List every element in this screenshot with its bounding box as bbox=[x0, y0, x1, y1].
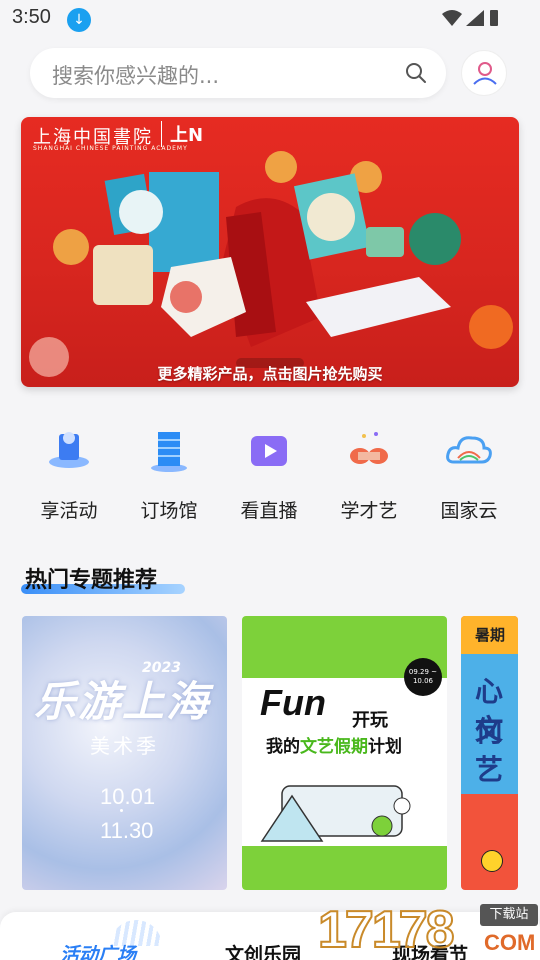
battery-icon bbox=[490, 10, 498, 26]
user-icon bbox=[473, 62, 497, 85]
tab-cultural-park[interactable]: 文创乐园 bbox=[225, 940, 301, 960]
status-icons bbox=[442, 10, 498, 26]
card-date-badge: 09.29 ~ 10.06 bbox=[404, 658, 442, 696]
category-label: 看直播 bbox=[240, 500, 298, 522]
category-live[interactable]: 看直播 bbox=[219, 418, 319, 528]
card-yellow-dot bbox=[481, 850, 503, 872]
card-plan-text: 我的文艺假期计划 bbox=[266, 737, 402, 757]
category-venue[interactable]: 订场馆 bbox=[119, 418, 219, 528]
search-icon[interactable] bbox=[404, 61, 428, 85]
card-tag: 暑期 bbox=[475, 626, 506, 644]
category-label: 订场馆 bbox=[140, 500, 198, 522]
signal-icon bbox=[466, 10, 484, 26]
user-avatar-button[interactable] bbox=[461, 50, 507, 96]
card-year: 2023 bbox=[142, 660, 181, 676]
status-time: 3:50 bbox=[12, 6, 51, 28]
wifi-icon bbox=[442, 10, 462, 26]
cloud-icon bbox=[446, 436, 492, 464]
card-subtitle: 美术季 bbox=[90, 734, 159, 758]
card-date-start: 10.01 bbox=[100, 784, 156, 809]
card-title: 乐游上海 bbox=[34, 677, 211, 726]
card-line2: 文艺 bbox=[475, 713, 504, 786]
category-label: 享活动 bbox=[40, 500, 98, 522]
card-title-en: Fun bbox=[260, 682, 326, 723]
section-header: 热门专题推荐 bbox=[21, 562, 185, 594]
topic-card-summer[interactable]: 暑期 心何 文艺 bbox=[461, 616, 518, 890]
banner-products-illustration bbox=[29, 151, 513, 377]
event-icon bbox=[49, 432, 89, 468]
card-date-end: 11.30 bbox=[100, 818, 154, 843]
topic-card-fun-holiday[interactable]: 09.29 ~ 10.06 Fun 开玩 我的文艺假期计划 bbox=[242, 616, 447, 890]
category-talent[interactable]: 学才艺 bbox=[319, 418, 419, 528]
search-input[interactable]: 搜索你感兴趣的... bbox=[52, 60, 219, 90]
search-bar[interactable]: 搜索你感兴趣的... bbox=[30, 48, 446, 98]
watermark-tag: 下载站 bbox=[480, 904, 538, 926]
category-label: 国家云 bbox=[440, 500, 498, 522]
topic-card-art-season[interactable]: 乐游上海 2023 美术季 10.01 11.30 bbox=[22, 616, 227, 890]
watermark-logo: 17178 下载站 COM bbox=[317, 900, 540, 960]
category-label: 学才艺 bbox=[340, 500, 398, 522]
card-title-cn: 开玩 bbox=[352, 710, 388, 731]
category-cloud[interactable]: 国家云 bbox=[419, 418, 519, 528]
promo-banner[interactable]: 上海中国書院 SHANGHAI CHINESE PAINTING ACADEMY… bbox=[21, 117, 519, 387]
banner-cta: 更多精彩产品，点击图片抢先购买 bbox=[157, 365, 383, 383]
section-title: 热门专题推荐 bbox=[25, 568, 158, 593]
card-bottom-band bbox=[242, 846, 447, 890]
watermark-com: COM bbox=[484, 930, 536, 955]
card-camping-illustration bbox=[260, 785, 411, 842]
status-bar: 3:50 ↓ bbox=[0, 0, 540, 36]
talent-icon bbox=[350, 432, 388, 464]
tab-activity-plaza[interactable]: 活动广场 bbox=[60, 940, 136, 960]
watermark-number: 17178 bbox=[317, 900, 456, 960]
card-date-separator bbox=[120, 809, 123, 812]
live-icon bbox=[251, 436, 287, 466]
category-row: 享活动 订场馆 看直播 学才艺 国家云 bbox=[0, 418, 540, 528]
category-event[interactable]: 享活动 bbox=[19, 418, 119, 528]
venue-icon bbox=[151, 432, 187, 472]
download-icon: ↓ bbox=[67, 8, 91, 32]
